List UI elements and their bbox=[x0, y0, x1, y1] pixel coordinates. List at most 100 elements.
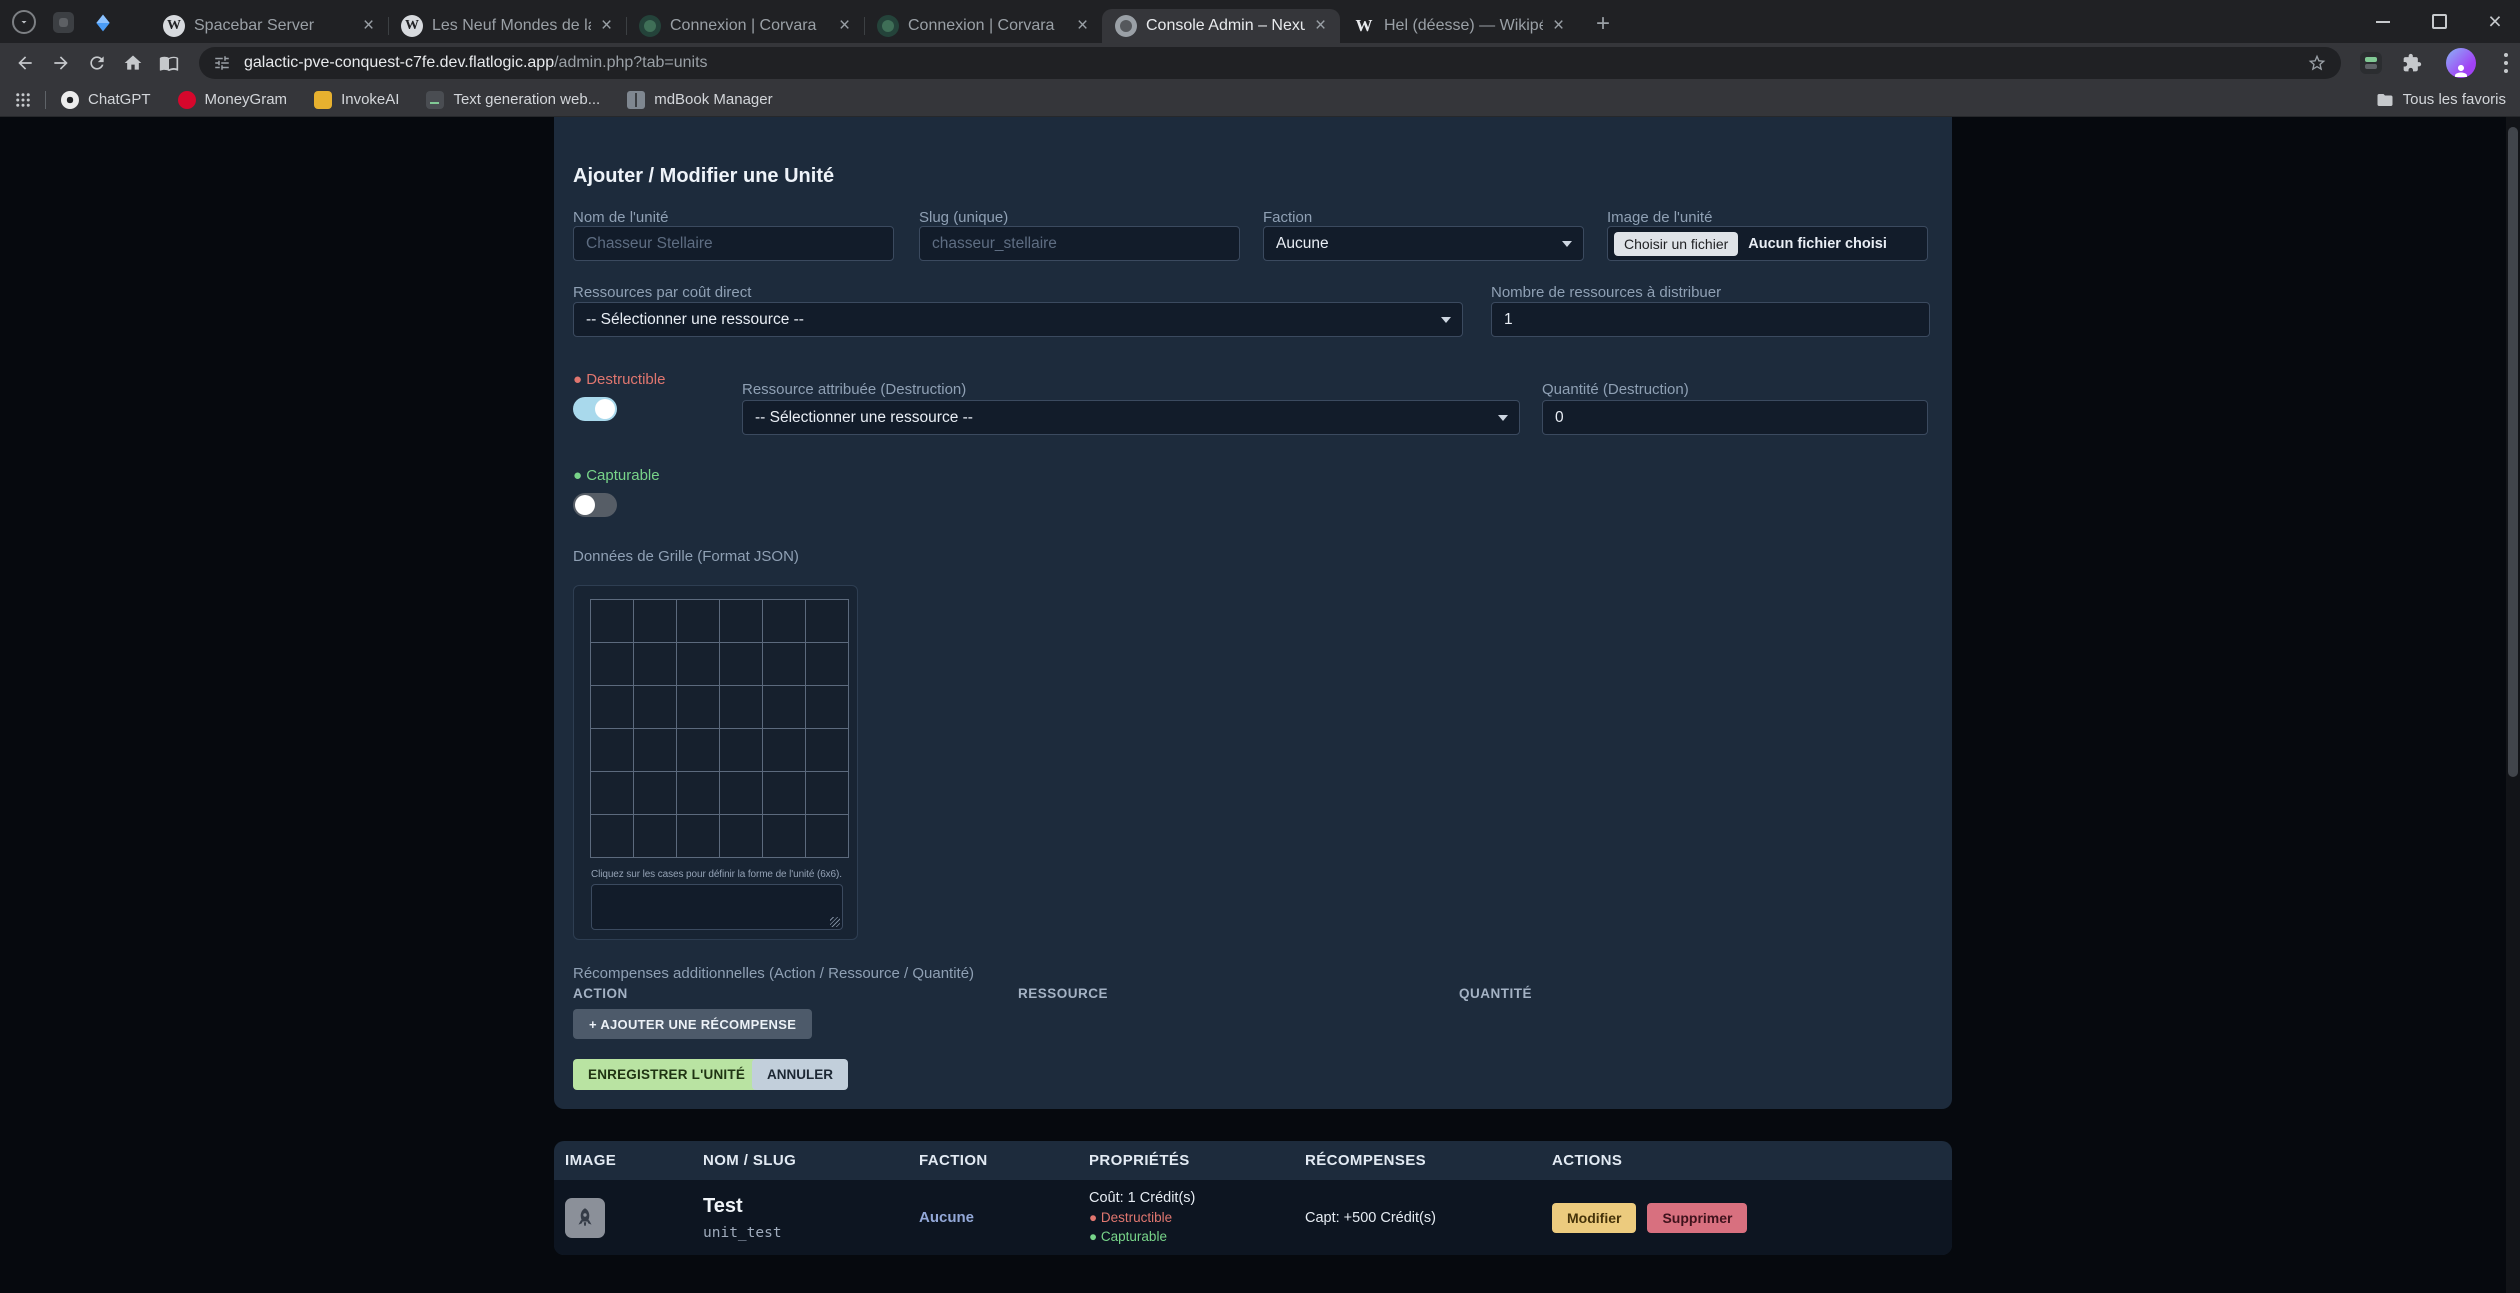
tab-close-icon[interactable]: × bbox=[1309, 15, 1332, 38]
bookmark-star-icon[interactable] bbox=[2307, 53, 2327, 73]
bookmark-chatgpt[interactable]: ChatGPT bbox=[61, 91, 151, 109]
grid-cell[interactable] bbox=[720, 772, 762, 814]
reload-button[interactable] bbox=[80, 46, 114, 80]
grid-cell[interactable] bbox=[591, 686, 633, 728]
tab-close-icon[interactable]: × bbox=[595, 15, 618, 38]
tab-search-button[interactable] bbox=[12, 10, 36, 34]
unit-name-input[interactable] bbox=[573, 226, 894, 261]
tab-close-icon[interactable]: × bbox=[357, 15, 380, 38]
browser-menu-button[interactable] bbox=[2492, 49, 2520, 77]
faction-select[interactable]: Aucune bbox=[1263, 226, 1584, 261]
grid-cell[interactable] bbox=[634, 729, 676, 771]
grid-cell[interactable] bbox=[763, 815, 805, 857]
cost-amount-input[interactable] bbox=[1491, 302, 1930, 337]
site-settings-icon[interactable] bbox=[213, 54, 231, 72]
back-button[interactable] bbox=[8, 46, 42, 80]
grid-cell[interactable] bbox=[720, 643, 762, 685]
bookmark-mdbook[interactable]: mdBook Manager bbox=[627, 91, 772, 109]
grid-cell[interactable] bbox=[806, 643, 848, 685]
address-bar[interactable]: galactic-pve-conquest-c7fe.dev.flatlogic… bbox=[199, 47, 2341, 79]
grid-cell[interactable] bbox=[806, 729, 848, 771]
all-bookmarks-button[interactable]: Tous les favoris bbox=[2376, 91, 2506, 109]
tab-hel-wikipedia[interactable]: Hel (déesse) — Wikipédia × bbox=[1340, 9, 1578, 43]
extension-button[interactable] bbox=[2357, 49, 2385, 77]
grid-cell[interactable] bbox=[806, 772, 848, 814]
tab-close-icon[interactable]: × bbox=[1547, 15, 1570, 38]
grid-cell[interactable] bbox=[677, 643, 719, 685]
apps-grid-icon bbox=[14, 91, 32, 109]
grid-cell[interactable] bbox=[591, 643, 633, 685]
grid-cell[interactable] bbox=[634, 643, 676, 685]
grid-cell[interactable] bbox=[677, 729, 719, 771]
delete-unit-button[interactable]: Supprimer bbox=[1647, 1203, 1747, 1233]
minimize-button[interactable] bbox=[2370, 9, 2396, 35]
page-scrollbar[interactable] bbox=[2506, 117, 2520, 1293]
pinned-tab-2[interactable] bbox=[89, 9, 116, 36]
grid-cell[interactable] bbox=[591, 772, 633, 814]
cost-amount-label: Nombre de ressources à distribuer bbox=[1491, 284, 1721, 301]
grid-cell[interactable] bbox=[763, 600, 805, 642]
destructible-toggle[interactable] bbox=[573, 397, 617, 421]
tab-close-icon[interactable]: × bbox=[1071, 15, 1094, 38]
apps-grid-button[interactable] bbox=[14, 91, 32, 109]
tab-connexion-corvara-2[interactable]: Connexion | Corvara × bbox=[864, 9, 1102, 43]
grid-cell[interactable] bbox=[720, 729, 762, 771]
grid-cell[interactable] bbox=[720, 815, 762, 857]
grid-cell[interactable] bbox=[763, 643, 805, 685]
grid-cell[interactable] bbox=[634, 686, 676, 728]
grid-cell[interactable] bbox=[806, 686, 848, 728]
choose-file-button[interactable]: Choisir un fichier bbox=[1614, 232, 1738, 256]
grid-cell[interactable] bbox=[634, 772, 676, 814]
grid-cell[interactable] bbox=[591, 729, 633, 771]
extensions-menu-button[interactable] bbox=[2398, 49, 2426, 77]
grid-cell[interactable] bbox=[591, 815, 633, 857]
grid-cell[interactable] bbox=[677, 686, 719, 728]
reading-list-button[interactable] bbox=[152, 46, 186, 80]
tab-console-admin-nexus[interactable]: Console Admin – Nexus × bbox=[1102, 9, 1340, 43]
tab-strip: Spacebar Server × Les Neuf Mondes de la … bbox=[0, 0, 2520, 43]
grid-json-textarea[interactable] bbox=[591, 884, 843, 930]
destruction-qty-label: Quantité (Destruction) bbox=[1542, 381, 1689, 398]
bookmark-textgen[interactable]: Text generation web... bbox=[426, 91, 600, 109]
slug-input[interactable] bbox=[919, 226, 1240, 261]
grid-cell[interactable] bbox=[763, 772, 805, 814]
cancel-button[interactable]: ANNULER bbox=[752, 1059, 848, 1090]
tab-close-icon[interactable]: × bbox=[833, 15, 856, 38]
tab-les-neuf-mondes[interactable]: Les Neuf Mondes de la Mythol... × bbox=[388, 9, 626, 43]
cost-resource-select[interactable]: -- Sélectionner une ressource -- bbox=[573, 302, 1463, 337]
bookmark-invokeai[interactable]: InvokeAI bbox=[314, 91, 399, 109]
grid-cell[interactable] bbox=[720, 600, 762, 642]
tab-spacebar-server[interactable]: Spacebar Server × bbox=[150, 9, 388, 43]
destruction-qty-input[interactable] bbox=[1542, 400, 1928, 435]
grid-cell[interactable] bbox=[634, 815, 676, 857]
save-unit-button[interactable]: ENREGISTRER L'UNITÉ bbox=[573, 1059, 760, 1090]
grid-cell[interactable] bbox=[720, 686, 762, 728]
forward-button[interactable] bbox=[44, 46, 78, 80]
tab-label: Les Neuf Mondes de la Mythol... bbox=[432, 17, 591, 35]
grid-cell[interactable] bbox=[763, 686, 805, 728]
close-window-button[interactable]: × bbox=[2482, 9, 2508, 35]
bookmark-moneygram[interactable]: MoneyGram bbox=[178, 91, 288, 109]
unit-image-file-input[interactable]: Choisir un fichier Aucun fichier choisi bbox=[1607, 226, 1928, 261]
add-reward-button[interactable]: + AJOUTER UNE RÉCOMPENSE bbox=[573, 1009, 812, 1039]
grid-cell[interactable] bbox=[677, 772, 719, 814]
grid-cell[interactable] bbox=[634, 600, 676, 642]
pinned-tab-1[interactable] bbox=[50, 9, 77, 36]
home-button[interactable] bbox=[116, 46, 150, 80]
grid-cell[interactable] bbox=[806, 600, 848, 642]
capturable-toggle[interactable] bbox=[573, 493, 617, 517]
file-status-text: Aucun fichier choisi bbox=[1748, 236, 1887, 252]
grid-cell[interactable] bbox=[591, 600, 633, 642]
new-tab-button[interactable]: + bbox=[1588, 9, 1618, 39]
grid-cell[interactable] bbox=[806, 815, 848, 857]
scrollbar-thumb[interactable] bbox=[2508, 127, 2518, 777]
tab-connexion-corvara-1[interactable]: Connexion | Corvara × bbox=[626, 9, 864, 43]
profile-avatar[interactable] bbox=[2446, 48, 2476, 78]
grid-cell[interactable] bbox=[677, 815, 719, 857]
grid-cell[interactable] bbox=[763, 729, 805, 771]
url-path: /admin.php?tab=units bbox=[554, 54, 707, 71]
destruction-resource-select[interactable]: -- Sélectionner une ressource -- bbox=[742, 400, 1520, 435]
edit-unit-button[interactable]: Modifier bbox=[1552, 1203, 1636, 1233]
maximize-button[interactable] bbox=[2426, 9, 2452, 35]
grid-cell[interactable] bbox=[677, 600, 719, 642]
